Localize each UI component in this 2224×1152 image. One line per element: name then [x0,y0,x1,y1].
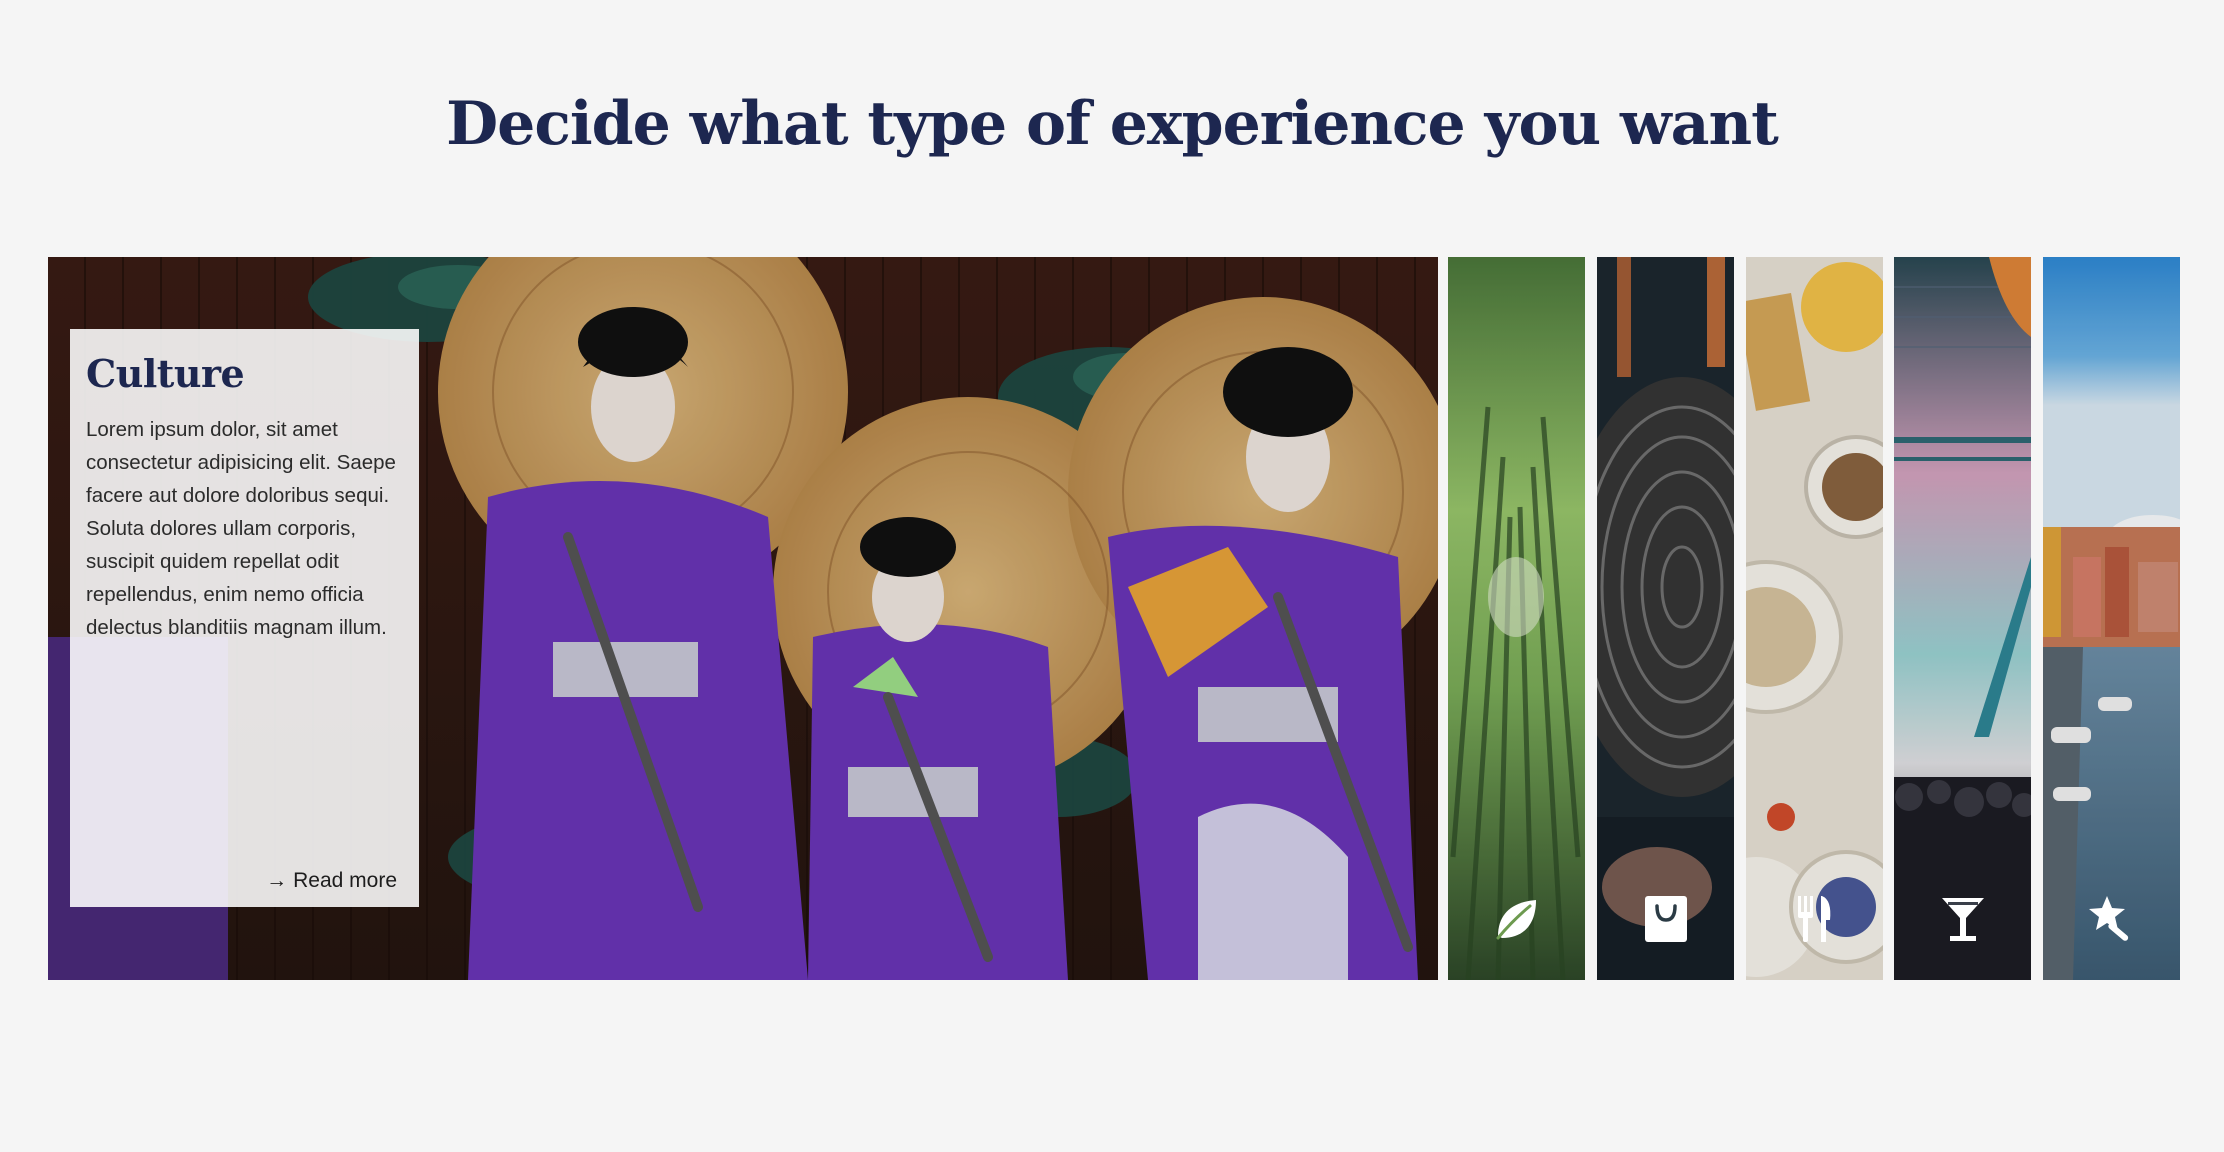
card-description: Lorem ipsum dolor, sit amet consectetur … [86,418,396,639]
concert-photo [1894,257,2031,980]
canal-photo [2043,257,2180,980]
shopping-strip[interactable] [1597,257,1734,980]
experience-gallery: Culture Lorem ipsum dolor, sit amet cons… [48,257,2180,980]
card-title: Culture [86,351,245,396]
attractions-strip[interactable] [2043,257,2180,980]
shopping-bag-icon [1639,892,1693,946]
leaf-icon [1490,892,1544,946]
culture-card: Culture Lorem ipsum dolor, sit amet cons… [70,329,419,907]
food-strip[interactable] [1746,257,1883,980]
food-photo [1746,257,1883,980]
read-more-label: Read more [293,869,397,892]
culture-panel[interactable]: Culture Lorem ipsum dolor, sit amet cons… [48,257,1438,980]
read-more-link[interactable]: → Read more [266,869,397,893]
magic-wand-icon [2085,892,2139,946]
cocktail-icon [1936,892,1990,946]
nightlife-strip[interactable] [1894,257,2031,980]
page-title: Decide what type of experience you want [446,89,1779,159]
nature-strip[interactable] [1448,257,1585,980]
bamboo-photo [1448,257,1585,980]
fork-knife-icon [1788,892,1842,946]
arrow-right-icon: → [266,869,288,892]
basket-photo [1597,257,1734,980]
